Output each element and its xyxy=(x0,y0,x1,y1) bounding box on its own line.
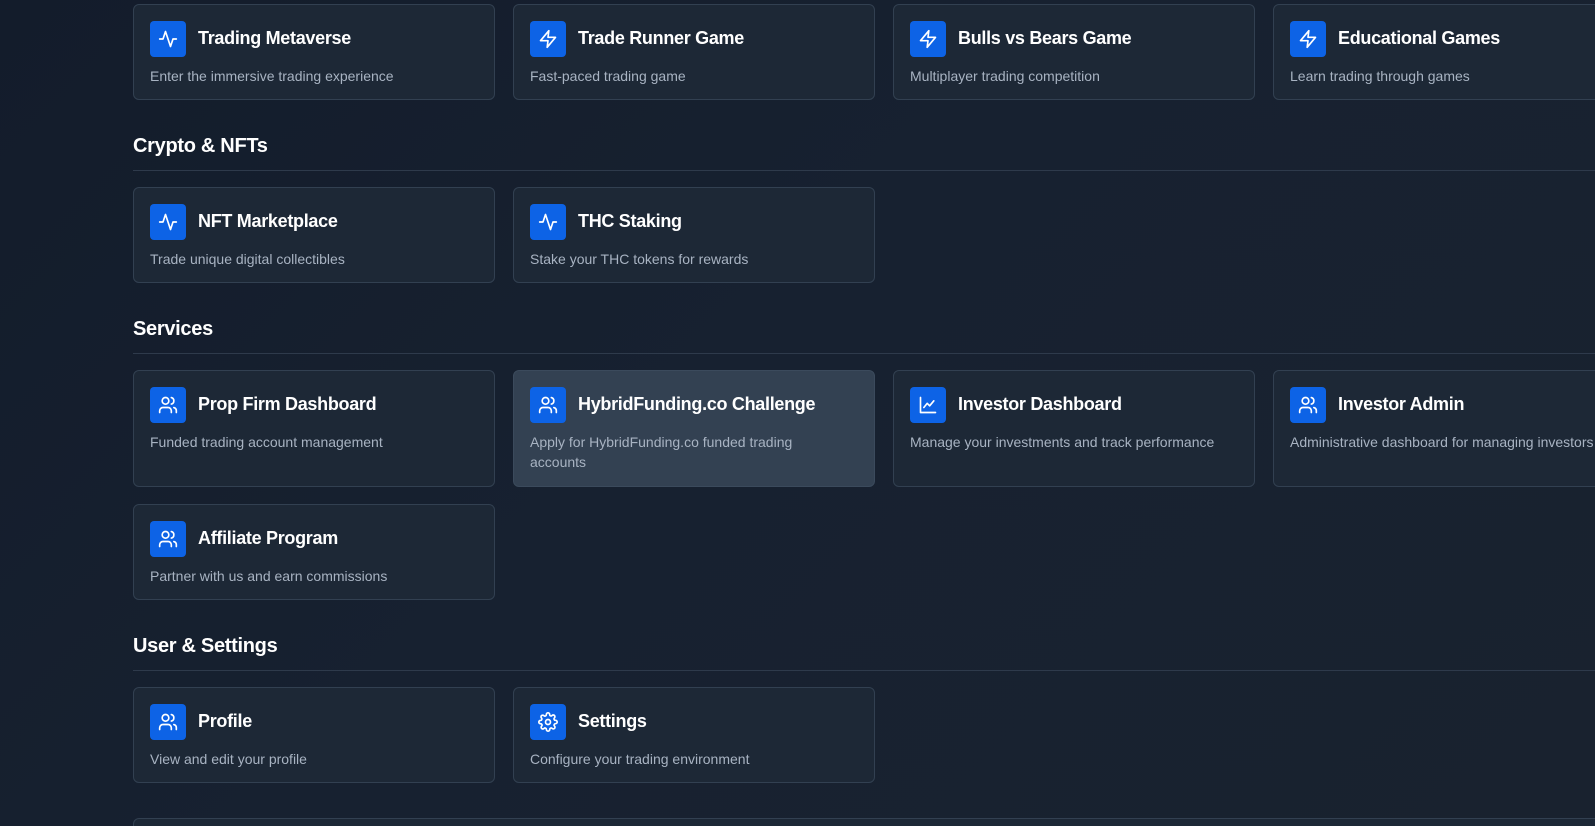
card-description: Funded trading account management xyxy=(150,434,383,450)
users-icon xyxy=(150,704,186,740)
card-nft-marketplace[interactable]: NFT Marketplace Trade unique digital col… xyxy=(133,187,495,283)
card-settings[interactable]: Settings Configure your trading environm… xyxy=(513,687,875,783)
card-description: Trade unique digital collectibles xyxy=(150,251,345,267)
card-title: Affiliate Program xyxy=(198,528,338,548)
card-title: Profile xyxy=(198,711,252,731)
next-section-card xyxy=(133,818,1595,826)
card-description: Configure your trading environment xyxy=(530,751,750,767)
card-investor-admin[interactable]: Investor Admin Administrative dashboard … xyxy=(1273,370,1595,487)
card-description: Multiplayer trading competition xyxy=(910,68,1100,84)
card-educational-games[interactable]: Educational Games Learn trading through … xyxy=(1273,4,1595,100)
card-description: Partner with us and earn commissions xyxy=(150,568,388,584)
card-profile[interactable]: Profile View and edit your profile xyxy=(133,687,495,783)
card-description: Administrative dashboard for managing in… xyxy=(1290,434,1594,450)
activity-icon xyxy=(150,204,186,240)
card-title: Investor Admin xyxy=(1338,394,1465,414)
card-title: Trading Metaverse xyxy=(198,28,351,48)
gear-icon xyxy=(530,704,566,740)
card-bulls-vs-bears-game[interactable]: Bulls vs Bears Game Multiplayer trading … xyxy=(893,4,1255,100)
line-chart-icon xyxy=(910,387,946,423)
card-description: Learn trading through games xyxy=(1290,68,1470,84)
card-title: NFT Marketplace xyxy=(198,211,338,231)
card-trade-runner-game[interactable]: Trade Runner Game Fast-paced trading gam… xyxy=(513,4,875,100)
card-description: Fast-paced trading game xyxy=(530,68,686,84)
activity-icon xyxy=(150,21,186,57)
card-title: Investor Dashboard xyxy=(958,394,1122,414)
section-title: User & Settings xyxy=(133,635,278,657)
users-icon xyxy=(530,387,566,423)
card-title: THC Staking xyxy=(578,211,682,231)
section-title: Crypto & NFTs xyxy=(133,135,268,157)
lightning-icon xyxy=(910,21,946,57)
section-divider xyxy=(133,670,1595,671)
card-trading-metaverse[interactable]: Trading Metaverse Enter the immersive tr… xyxy=(133,4,495,100)
lightning-icon xyxy=(1290,21,1326,57)
activity-icon xyxy=(530,204,566,240)
card-investor-dashboard[interactable]: Investor Dashboard Manage your investmen… xyxy=(893,370,1255,487)
card-title: Trade Runner Game xyxy=(578,28,744,48)
card-description: Enter the immersive trading experience xyxy=(150,68,394,84)
lightning-icon xyxy=(530,21,566,57)
section-divider xyxy=(133,353,1595,354)
section-title: Services xyxy=(133,318,213,340)
card-description: View and edit your profile xyxy=(150,751,307,767)
card-title: HybridFunding.co Challenge xyxy=(578,394,816,414)
users-icon xyxy=(1290,387,1326,423)
users-icon xyxy=(150,387,186,423)
card-title: Educational Games xyxy=(1338,28,1500,48)
card-title: Settings xyxy=(578,711,647,731)
card-description: Stake your THC tokens for rewards xyxy=(530,251,749,267)
section-divider xyxy=(133,170,1595,171)
card-title: Bulls vs Bears Game xyxy=(958,28,1132,48)
card-description: Apply for HybridFunding.co funded tradin… xyxy=(530,434,793,470)
card-description: Manage your investments and track perfor… xyxy=(910,434,1215,450)
users-icon xyxy=(150,521,186,557)
card-thc-staking[interactable]: THC Staking Stake your THC tokens for re… xyxy=(513,187,875,283)
card-affiliate-program[interactable]: Affiliate Program Partner with us and ea… xyxy=(133,504,495,600)
card-prop-firm-dashboard[interactable]: Prop Firm Dashboard Funded trading accou… xyxy=(133,370,495,487)
card-title: Prop Firm Dashboard xyxy=(198,394,377,414)
card-hybridfunding-challenge[interactable]: HybridFunding.co Challenge Apply for Hyb… xyxy=(513,370,875,487)
main-content: Trading Metaverse Enter the immersive tr… xyxy=(133,0,1595,826)
